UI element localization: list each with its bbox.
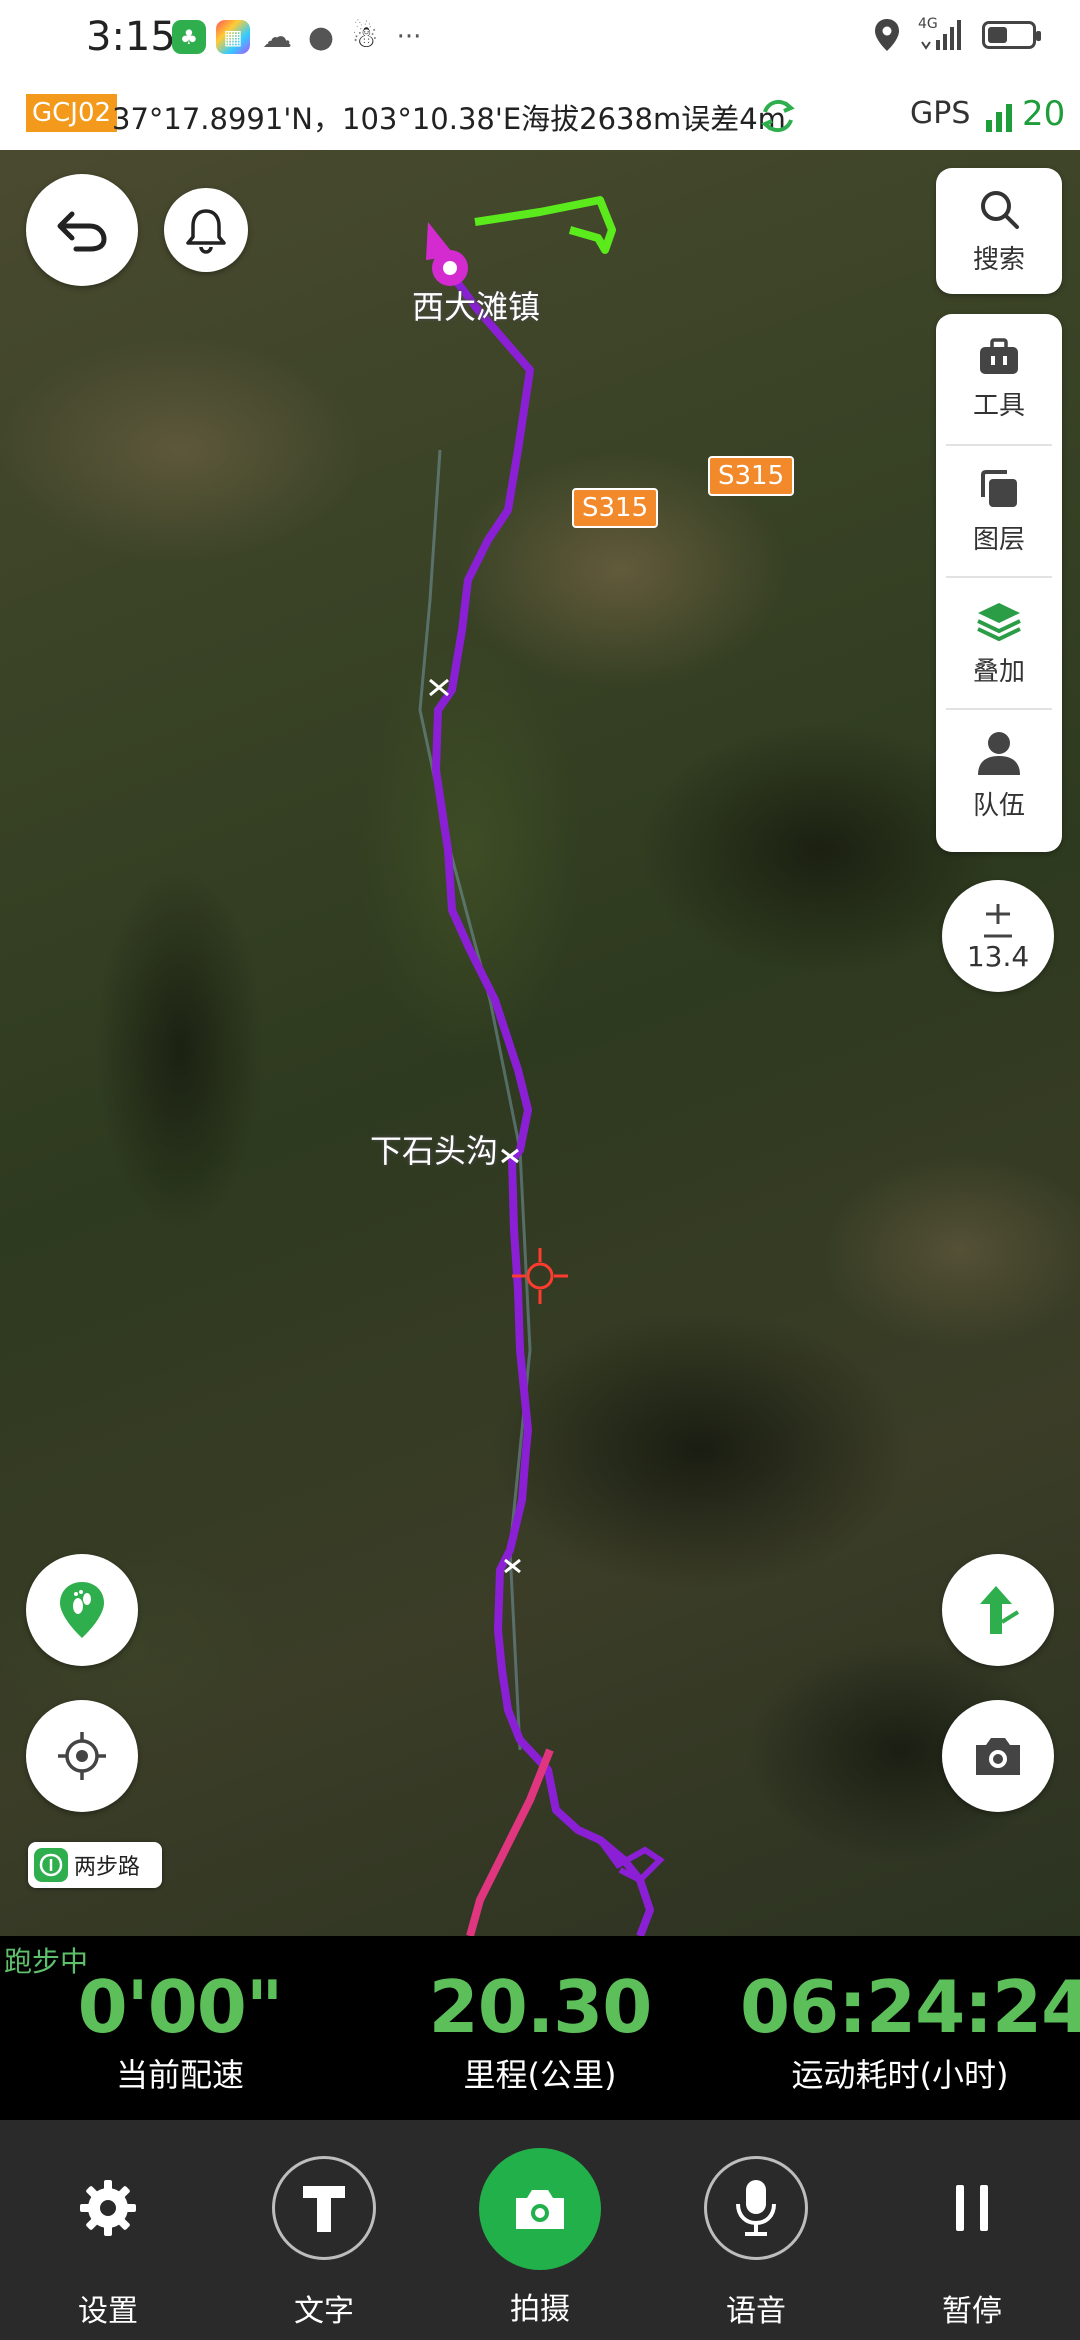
camera-icon <box>976 1738 1020 1775</box>
location-icon <box>875 19 899 51</box>
settings-button[interactable]: 设置 <box>38 2156 178 2330</box>
tool-button[interactable]: 工具 <box>946 314 1052 446</box>
pace-label: 当前配速 <box>115 2056 244 2094</box>
distance-label: 里程(公里) <box>463 2056 617 2094</box>
satellite-map[interactable]: 西大滩镇 下石头沟 S315 S315 搜索 工具 图层 叠加 队伍 13.4 … <box>0 150 1080 1936</box>
locate-me-button[interactable] <box>26 1700 138 1812</box>
back-button[interactable] <box>26 174 138 286</box>
bottom-action-bar: 设置 文字 拍摄 语音 暂停 <box>0 2120 1080 2340</box>
text-note-button[interactable]: 文字 <box>254 2156 394 2330</box>
zoom-level-value: 13.4 <box>966 939 1030 973</box>
more-dots-icon: ··· <box>396 22 422 52</box>
search-icon <box>981 190 1019 229</box>
team-person-icon <box>978 731 1020 775</box>
team-label: 队伍 <box>972 790 1025 821</box>
bell-icon <box>186 209 226 254</box>
location-info-bar: GCJ02 37°17.8991'N，103°10.38'E海拔2638m误差4… <box>0 82 1080 151</box>
layers-button[interactable]: 图层 <box>946 446 1052 578</box>
map-tools-panel: 工具 图层 叠加 队伍 <box>936 314 1062 852</box>
team-button[interactable]: 队伍 <box>946 710 1052 840</box>
overlay-stack-icon <box>977 602 1021 641</box>
wechat-icon: ☁ <box>262 19 292 55</box>
camera-icon <box>479 2148 601 2270</box>
route-track <box>418 196 665 1936</box>
distance-stat: 20.30 里程(公里) <box>420 1966 660 2096</box>
pause-icon <box>920 2156 1024 2260</box>
overlay-label: 叠加 <box>972 656 1025 687</box>
qq-icon: ☃ <box>351 19 379 55</box>
search-label: 搜索 <box>972 244 1025 275</box>
tool-label: 工具 <box>972 390 1025 421</box>
refresh-icon[interactable] <box>756 94 800 138</box>
locate-crosshair-icon <box>58 1732 106 1780</box>
brand-leaf-icon <box>34 1848 68 1882</box>
navigation-direction-button[interactable] <box>942 1554 1054 1666</box>
zoom-level-button[interactable]: 13.4 <box>942 880 1054 992</box>
voice-note-button[interactable]: 语音 <box>686 2156 826 2330</box>
search-button[interactable]: 搜索 <box>936 168 1062 294</box>
microphone-icon <box>704 2156 808 2260</box>
layers-copy-icon <box>981 469 1017 507</box>
text-label: 文字 <box>294 2294 354 2329</box>
message-icon: ● <box>307 19 335 55</box>
road-badge: S315 <box>572 488 659 528</box>
footprint-button[interactable] <box>26 1554 138 1666</box>
gps-satellite-count: 20 <box>1022 94 1066 134</box>
toolbox-icon <box>980 337 1018 374</box>
pace-stat: 0'00" 当前配速 <box>60 1966 300 2096</box>
town-label: 西大滩镇 <box>412 288 541 326</box>
brand-logo: 两步路 <box>28 1842 162 1888</box>
road-badge: S315 <box>708 456 795 496</box>
gps-label: GPS <box>910 96 971 131</box>
pause-button[interactable]: 暂停 <box>902 2156 1042 2330</box>
duration-value: 06:24:24 <box>740 1965 1080 2049</box>
notification-button[interactable] <box>164 188 248 272</box>
brand-name: 两步路 <box>74 1855 141 1880</box>
battery-icon <box>982 21 1041 49</box>
voice-label: 语音 <box>726 2294 786 2329</box>
text-t-icon <box>272 2156 376 2260</box>
overlay-button[interactable]: 叠加 <box>946 578 1052 710</box>
footprint-pin-icon <box>60 1582 104 1638</box>
app-leaf-icon: ♣ <box>172 20 206 54</box>
capture-label: 拍摄 <box>510 2292 570 2327</box>
layers-label: 图层 <box>972 524 1025 555</box>
back-arrow-icon <box>57 211 107 252</box>
notification-icons: ♣ ▦ ☁ ● ☃ ··· <box>172 19 426 55</box>
status-time: 3:15 <box>86 14 176 60</box>
signal-icon: 4G <box>918 16 964 52</box>
duration-stat: 06:24:24 运动耗时(小时) <box>740 1965 1080 2096</box>
village-label: 下石头沟 <box>370 1132 499 1170</box>
capture-photo-button[interactable]: 拍摄 <box>470 2148 610 2328</box>
workout-stats-panel: 跑步中 0'00" 当前配速 20.30 里程(公里) 06:24:24 运动耗… <box>0 1936 1080 2120</box>
status-bar: 3:15 ♣ ▦ ☁ ● ☃ ··· 4G <box>0 0 1080 82</box>
duration-label: 运动耗时(小时) <box>791 2056 1009 2094</box>
map-crosshair-icon <box>512 1248 568 1304</box>
gear-icon <box>56 2156 160 2260</box>
pause-label: 暂停 <box>942 2294 1002 2329</box>
crs-badge[interactable]: GCJ02 <box>26 94 118 132</box>
coordinates-text: 37°17.8991'N，103°10.38'E海拔2638m误差4m <box>112 102 786 136</box>
settings-label: 设置 <box>78 2294 138 2329</box>
map-camera-button[interactable] <box>942 1700 1054 1812</box>
gps-signal-icon <box>986 104 1012 132</box>
pace-value: 0'00" <box>77 1965 284 2049</box>
app-colorful-icon: ▦ <box>216 20 250 54</box>
direction-arrow-icon <box>980 1586 1020 1634</box>
zoom-plus-minus-icon <box>984 903 1012 937</box>
distance-value: 20.30 <box>428 1965 653 2049</box>
